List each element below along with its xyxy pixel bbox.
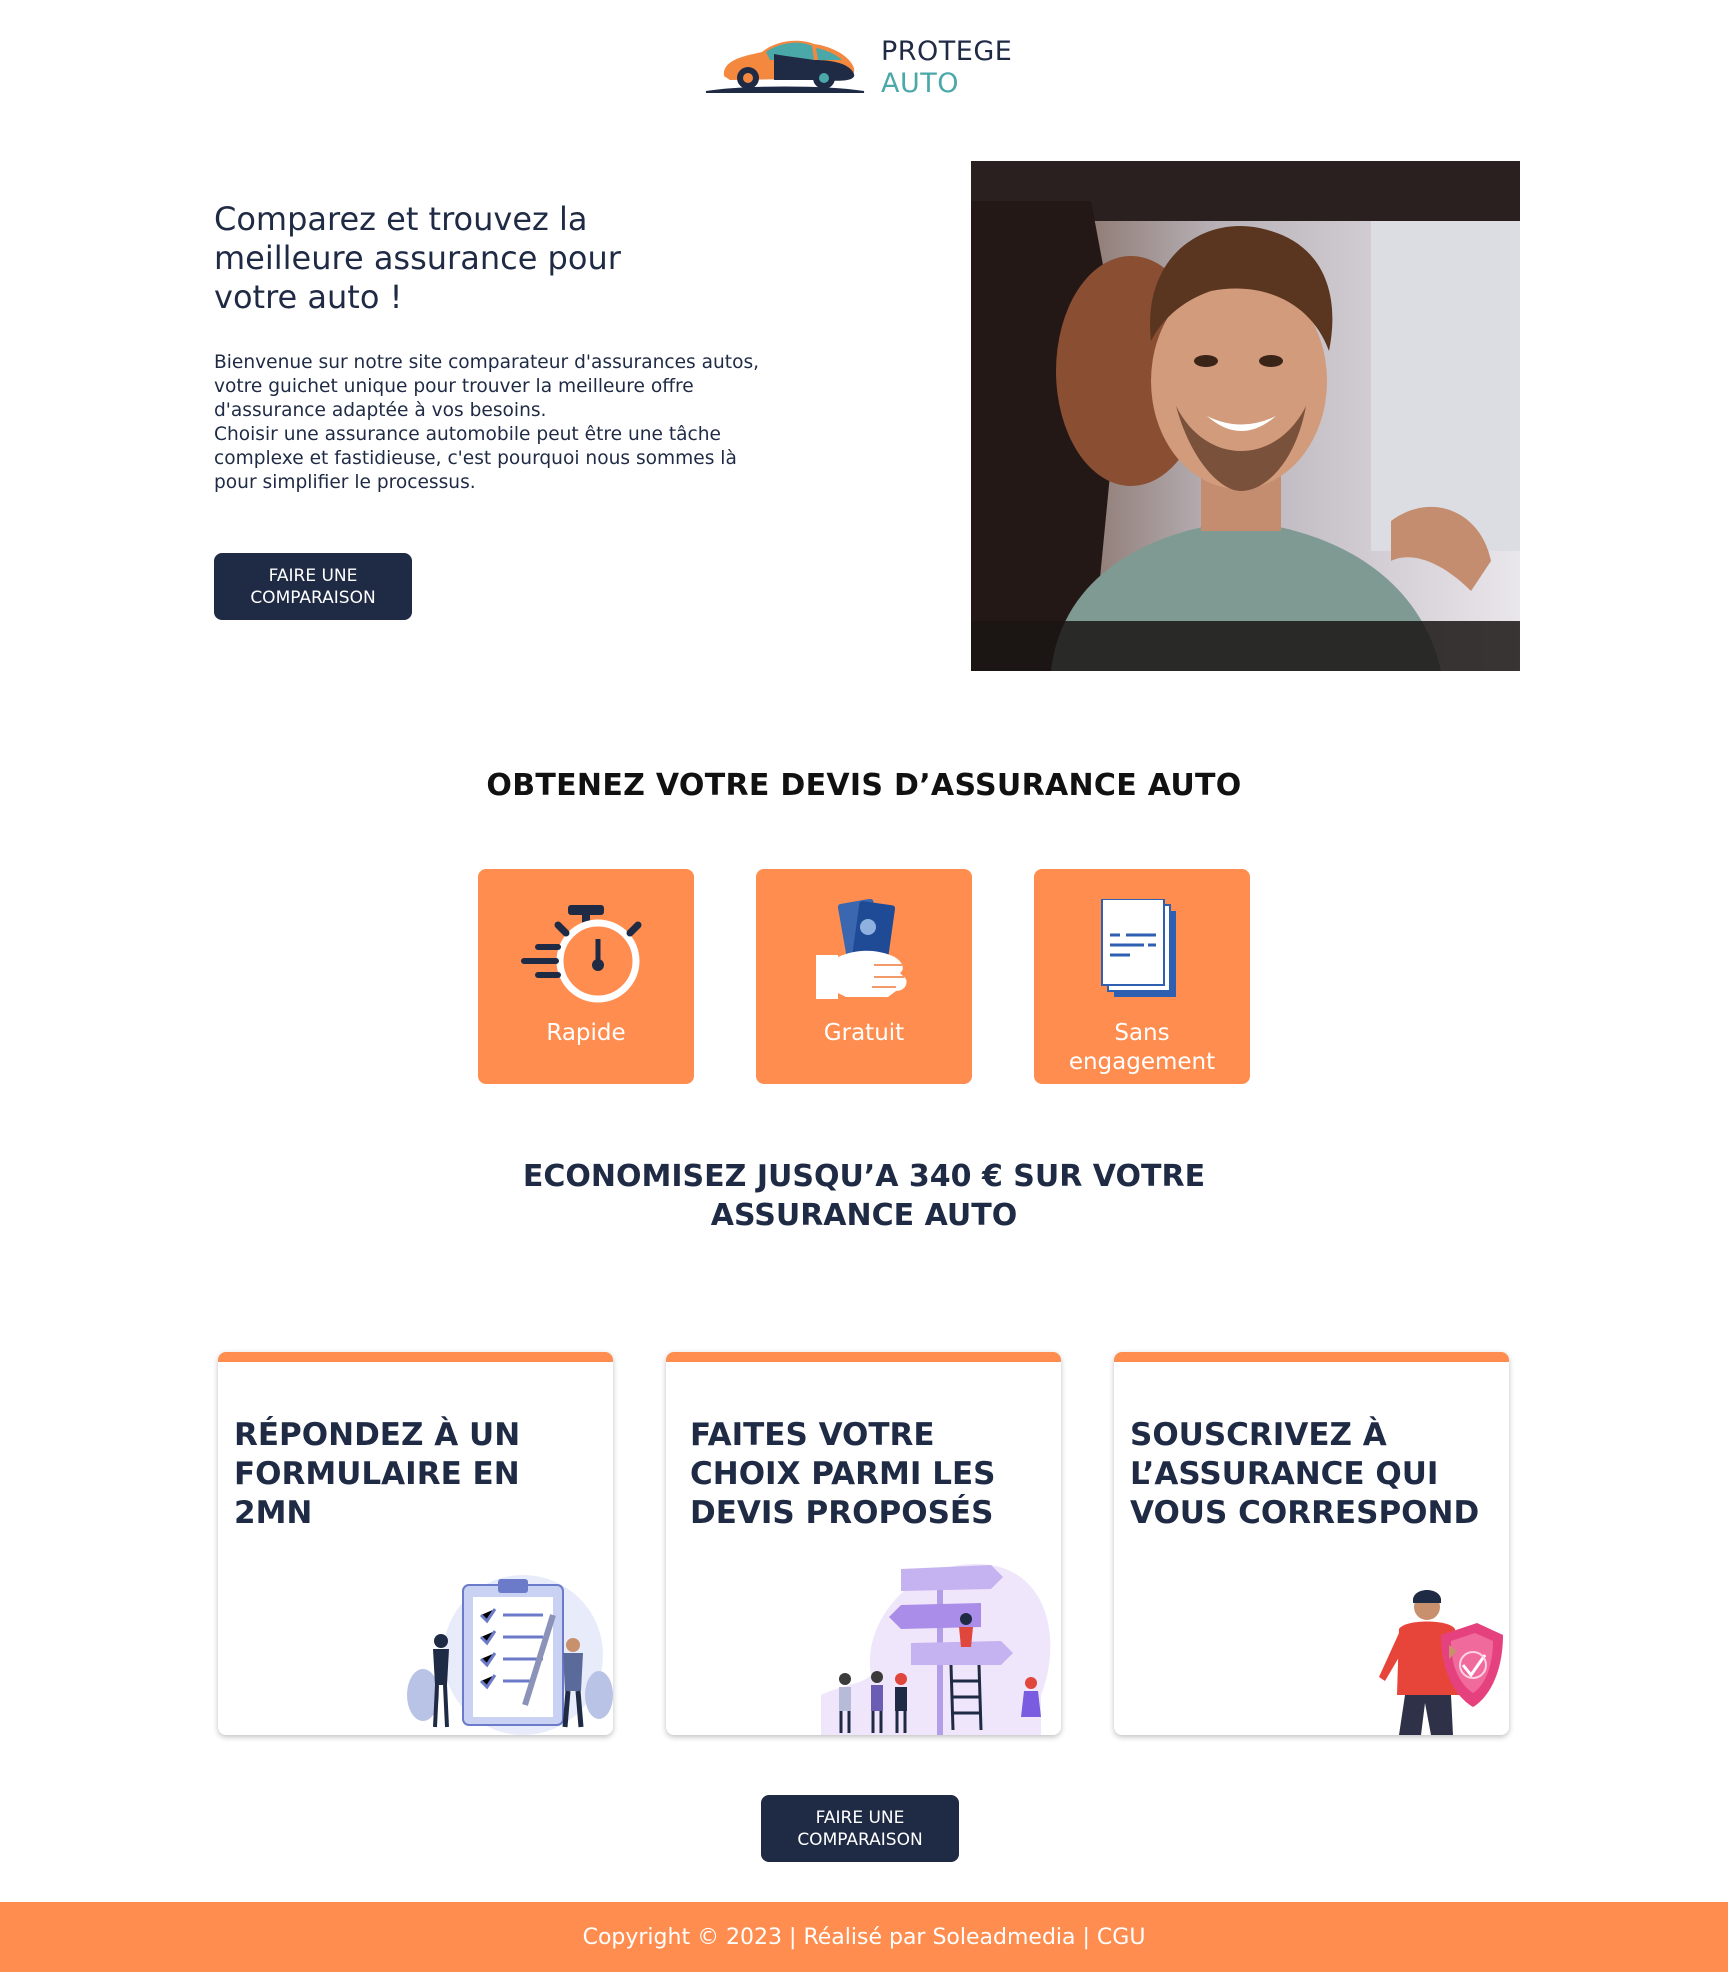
compare-button[interactable]: FAIRE UNE COMPARAISON <box>214 553 412 620</box>
card-accent-bar <box>218 1352 613 1362</box>
feature-tile-gratuit: Gratuit <box>756 869 972 1084</box>
checklist-illustration <box>407 1575 613 1735</box>
card-accent-bar <box>1114 1352 1509 1362</box>
money-hand-icon <box>816 899 907 999</box>
step-card-form: RÉPONDEZ À UN FORMULAIRE EN 2MN <box>218 1352 613 1735</box>
step-title-choice: FAITES VOTRE CHOIX PARMI LES DEVIS PROPO… <box>690 1417 996 1531</box>
feature-label-rapide: Rapide <box>546 1020 626 1046</box>
quote-section-title: OBTENEZ VOTRE DEVIS D’ASSURANCE AUTO <box>486 768 1242 803</box>
logo-text-protege: PROTEGE <box>881 36 1013 67</box>
feature-label-sans-engagement: Sans engagement <box>1068 1020 1216 1075</box>
signpost-illustration <box>821 1563 1051 1735</box>
feature-label-gratuit: Gratuit <box>823 1020 905 1046</box>
logo-text-auto: AUTO <box>881 68 959 99</box>
hero-paragraph-1: Bienvenue sur notre site comparateur d'a… <box>214 352 760 421</box>
stopwatch-icon <box>521 905 642 1003</box>
step-title-subscribe: SOUSCRIVEZ À L’ASSURANCE QUI VOUS CORRES… <box>1130 1417 1480 1531</box>
car-icon <box>705 40 865 93</box>
step-card-subscribe: SOUSCRIVEZ À L’ASSURANCE QUI VOUS CORRES… <box>1114 1352 1509 1735</box>
step-card-choice: FAITES VOTRE CHOIX PARMI LES DEVIS PROPO… <box>666 1352 1061 1735</box>
hero-description: Bienvenue sur notre site comparateur d'a… <box>214 351 764 495</box>
hero-title: Comparez et trouvez la meilleure assuran… <box>214 200 621 316</box>
savings-title-line-2: ASSURANCE AUTO <box>710 1198 1018 1233</box>
hero-driver-photo <box>971 161 1520 671</box>
compare-button-bottom[interactable]: FAIRE UNE COMPARAISON <box>761 1795 959 1862</box>
site-logo[interactable]: PROTEGE AUTO <box>704 30 1034 100</box>
feature-tile-rapide: Rapide <box>478 869 694 1084</box>
footer: Copyright © 2023 | Réalisé par Soleadmed… <box>0 1902 1728 1972</box>
card-accent-bar <box>666 1352 1061 1362</box>
savings-section-title: ECONOMISEZ JUSQU’A 340 € SUR VOTRE ASSUR… <box>0 1157 1728 1235</box>
footer-copyright-text: Copyright © 2023 | Réalisé par Soleadmed… <box>582 1925 1146 1950</box>
step-title-form: RÉPONDEZ À UN FORMULAIRE EN 2MN <box>234 1417 521 1531</box>
document-icon <box>1101 899 1176 997</box>
shield-person-illustration <box>1379 1590 1503 1735</box>
hero-paragraph-2: Choisir une assurance automobile peut êt… <box>214 424 737 493</box>
savings-title-line-1: ECONOMISEZ JUSQU’A 340 € SUR VOTRE <box>522 1159 1206 1194</box>
feature-tile-sans-engagement: Sans engagement <box>1034 869 1250 1084</box>
